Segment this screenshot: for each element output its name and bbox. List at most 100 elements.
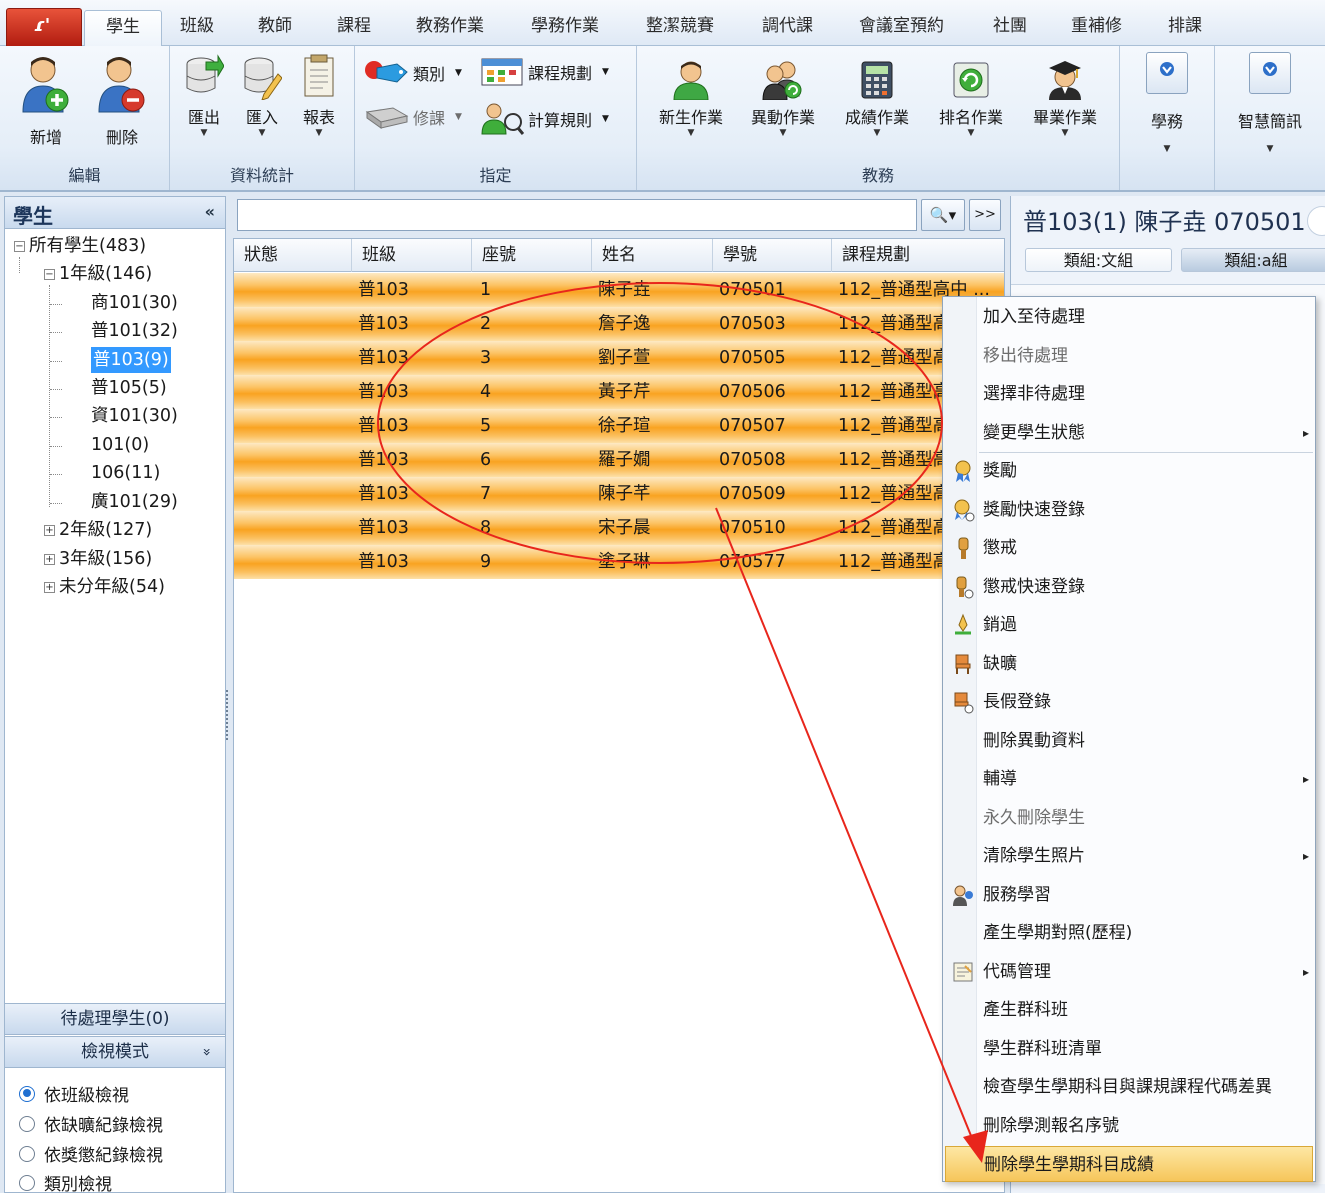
context-menu-item[interactable]: 銷過 (945, 607, 1313, 643)
view-by-attendance-option[interactable]: 依缺曠紀錄檢視 (19, 1111, 163, 1136)
context-menu-item[interactable]: 懲戒 (945, 530, 1313, 566)
student-affairs-button[interactable]: 學務 ▼ (1134, 52, 1200, 182)
advanced-search-button[interactable]: >> (969, 199, 1001, 231)
grades-ops-button[interactable]: 成績作業 ▼ (837, 60, 917, 138)
context-menu-item[interactable]: 輔導 ▸ (945, 761, 1313, 797)
context-menu-item[interactable]: 懲戒快速登錄 (945, 569, 1313, 605)
tree-node-class[interactable]: 101(0) (91, 432, 149, 458)
tab-student[interactable]: 學生 (84, 10, 162, 47)
view-mode-chevron-icon[interactable]: » (192, 1048, 222, 1057)
context-menu-item[interactable]: 產生群科班 (945, 992, 1313, 1028)
tab-class[interactable]: 班級 (180, 10, 214, 46)
tree-node-class[interactable]: 廣101(29) (91, 489, 178, 515)
context-menu-item[interactable]: 加入至待處理 (945, 299, 1313, 335)
tree-node-class[interactable]: 普101(32) (91, 318, 178, 344)
tab-teacher[interactable]: 教師 (258, 10, 292, 46)
table-row[interactable]: 普103 7 陳子芊 070509 112_普通型高中 (234, 477, 1004, 511)
context-menu-item[interactable]: 移出待處理 (945, 338, 1313, 374)
transfer-ops-button[interactable]: 異動作業 ▼ (743, 60, 823, 138)
context-menu-item[interactable]: 學生群科班清單 (945, 1031, 1313, 1067)
tab-meeting-room[interactable]: 會議室預約 (859, 10, 944, 46)
pending-students-bar[interactable]: 待處理學生(0) (5, 1003, 225, 1035)
context-menu-item[interactable]: 選擇非待處理 (945, 376, 1313, 412)
context-menu-item[interactable]: 刪除學生學期科目成績 (945, 1146, 1313, 1182)
radio-icon[interactable] (19, 1174, 35, 1191)
add-student-button[interactable]: 新增 (18, 54, 74, 148)
expand-grade3-icon[interactable]: + (44, 554, 55, 565)
tab-course[interactable]: 課程 (337, 10, 371, 46)
expand-grade2-icon[interactable]: + (44, 525, 55, 536)
column-header-seat[interactable]: 座號 (472, 239, 592, 272)
tab-academic-ops[interactable]: 教務作業 (416, 10, 484, 46)
view-by-category-option[interactable]: 類別檢視 (19, 1170, 112, 1193)
collapse-root-icon[interactable]: − (14, 241, 25, 252)
radio-icon[interactable] (19, 1145, 35, 1162)
radio-checked-icon[interactable] (19, 1085, 35, 1102)
panel-splitter[interactable] (226, 690, 230, 740)
context-menu-item[interactable]: 獎勵 (945, 453, 1313, 489)
tab-scheduling[interactable]: 排課 (1168, 10, 1202, 46)
new-student-ops-button[interactable]: 新生作業 ▼ (651, 60, 731, 138)
context-menu-item[interactable]: 永久刪除學生 (945, 800, 1313, 836)
tree-node-grade3[interactable]: 3年級(156) (59, 546, 152, 572)
context-menu-item[interactable]: 服務學習 (945, 877, 1313, 913)
context-menu-item[interactable]: 長假登錄 (945, 684, 1313, 720)
elective-button[interactable]: 修課 ▼ (363, 102, 462, 132)
tree-node-grade1[interactable]: 1年級(146) (59, 261, 152, 287)
group-tag-chip[interactable]: 類組:a組 (1181, 248, 1325, 272)
table-row[interactable]: 普103 3 劉子萱 070505 112_普通型高中 (234, 341, 1004, 375)
app-menu-button[interactable]: ɾ' (6, 8, 82, 46)
calc-rule-button[interactable]: 計算規則 ▼ (480, 102, 609, 136)
column-header-student-id[interactable]: 學號 (713, 239, 832, 272)
tree-node-class[interactable]: 普105(5) (91, 375, 167, 401)
tab-substitute[interactable]: 調代課 (762, 10, 813, 46)
ranking-ops-button[interactable]: 排名作業 ▼ (931, 60, 1011, 138)
table-row[interactable]: 普103 1 陳子垚 070501 112_普通型高中 ... (234, 273, 1004, 307)
collapse-grade1-icon[interactable]: − (44, 269, 55, 280)
radio-icon[interactable] (19, 1115, 35, 1132)
expand-ungraded-icon[interactable]: + (44, 582, 55, 593)
context-menu-item[interactable]: 刪除學測報名序號 (945, 1108, 1313, 1144)
context-menu-item[interactable]: 變更學生狀態 ▸ (945, 415, 1313, 451)
tab-cleanliness[interactable]: 整潔競賽 (646, 10, 714, 46)
view-mode-bar[interactable]: 檢視模式 » (5, 1036, 225, 1068)
context-menu-item[interactable]: 缺曠 (945, 646, 1313, 682)
table-row[interactable]: 普103 4 黃子芹 070506 112_普通型高中 (234, 375, 1004, 409)
import-button[interactable]: 匯入 ▼ (238, 54, 286, 138)
tab-remedial[interactable]: 重補修 (1071, 10, 1122, 46)
column-header-class[interactable]: 班級 (352, 239, 472, 272)
category-button[interactable]: 類別 ▼ (363, 58, 462, 88)
tree-node-class[interactable]: 106(11) (91, 460, 160, 486)
course-plan-button[interactable]: 課程規劃 ▼ (480, 56, 609, 88)
tree-node-ungraded[interactable]: 未分年級(54) (59, 574, 165, 600)
delete-student-button[interactable]: 刪除 (94, 54, 150, 148)
tree-node-all-students[interactable]: 所有學生(483) (29, 233, 146, 259)
context-menu-item[interactable]: 清除學生照片 ▸ (945, 838, 1313, 874)
table-row[interactable]: 普103 6 羅子嫺 070508 112_普通型高中 (234, 443, 1004, 477)
context-menu-item[interactable]: 獎勵快速登錄 (945, 492, 1313, 528)
tab-club[interactable]: 社團 (993, 10, 1027, 46)
context-menu-item[interactable]: 產生學期對照(歷程) (945, 915, 1313, 951)
tree-node-grade2[interactable]: 2年級(127) (59, 517, 152, 543)
tree-node-class[interactable]: 資101(30) (91, 403, 178, 429)
table-row[interactable]: 普103 2 詹子逸 070503 112_普通型高中 (234, 307, 1004, 341)
table-row[interactable]: 普103 8 宋子晨 070510 112_普通型高中 (234, 511, 1004, 545)
report-button[interactable]: 報表 ▼ (294, 54, 344, 138)
search-input[interactable] (237, 199, 917, 231)
context-menu-item[interactable]: 檢查學生學期科目與課規課程代碼差異 (945, 1069, 1313, 1105)
column-header-status[interactable]: 狀態 (234, 239, 352, 272)
smart-sms-button[interactable]: 智慧簡訊 ▼ (1225, 52, 1315, 182)
column-header-course-plan[interactable]: 課程規劃 (832, 239, 1004, 272)
tab-student-affairs-ops[interactable]: 學務作業 (531, 10, 599, 46)
table-row[interactable]: 普103 9 塗子琳 070577 112_普通型高中 (234, 545, 1004, 579)
group-tag-chip[interactable]: 類組:文組 (1025, 248, 1172, 272)
graduation-ops-button[interactable]: 畢業作業 ▼ (1025, 60, 1105, 138)
view-by-class-option[interactable]: 依班級檢視 (19, 1081, 129, 1106)
search-button[interactable]: 🔍▾ (921, 199, 965, 231)
column-header-name[interactable]: 姓名 (592, 239, 713, 272)
view-by-discipline-option[interactable]: 依獎懲紀錄檢視 (19, 1141, 163, 1166)
export-button[interactable]: 匯出 ▼ (180, 54, 228, 138)
tree-node-class-selected[interactable]: 普103(9) (91, 347, 171, 373)
tree-node-class[interactable]: 商101(30) (91, 290, 178, 316)
context-menu-item[interactable]: 代碼管理 ▸ (945, 954, 1313, 990)
